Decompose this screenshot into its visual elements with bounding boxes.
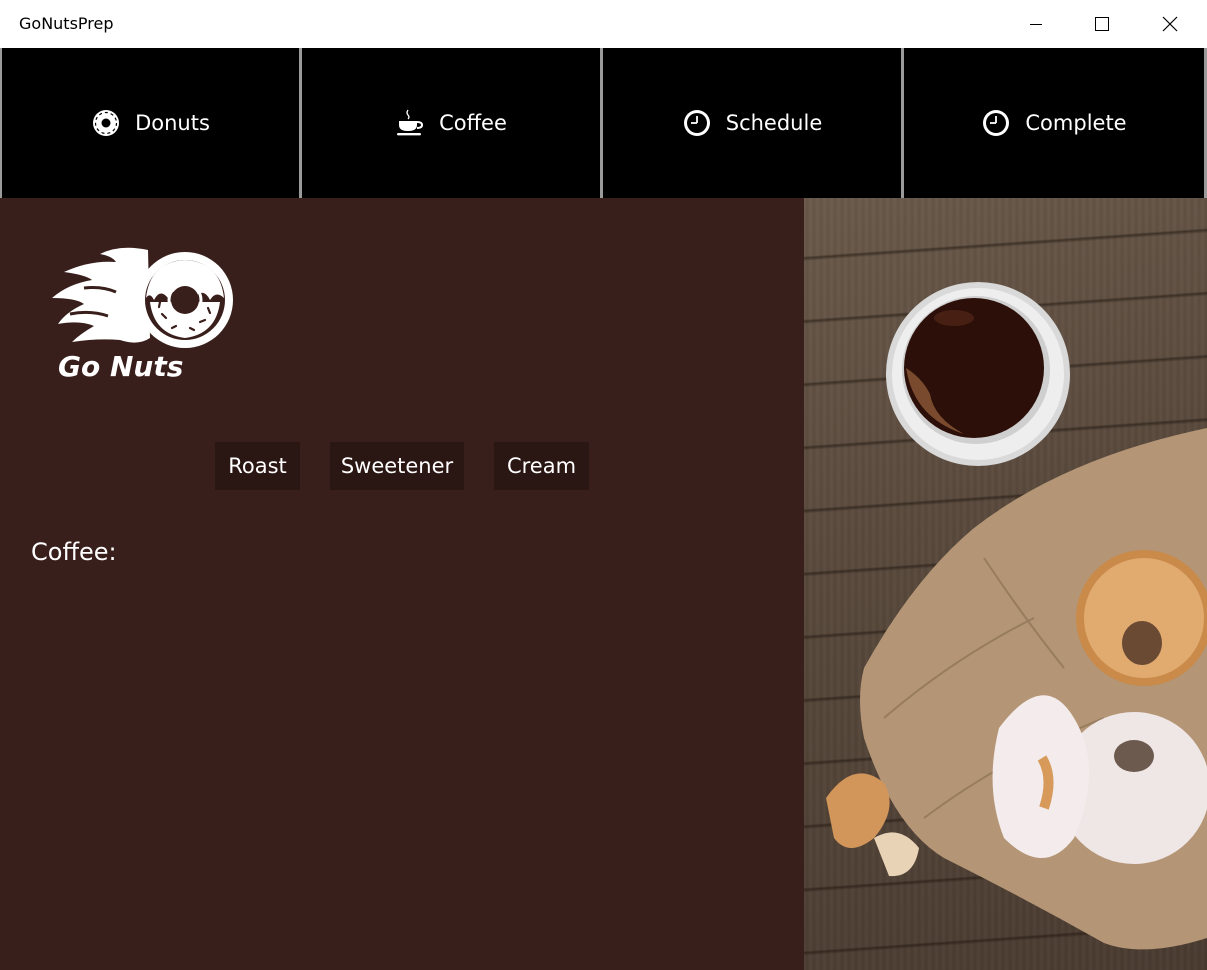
nav-item-donuts[interactable]: Donuts <box>2 48 299 198</box>
coffee-summary-label: Coffee: <box>31 538 117 566</box>
minimize-button[interactable] <box>1003 0 1069 48</box>
go-nuts-logo: Go Nuts <box>52 247 233 383</box>
title-bar: GoNutsPrep <box>0 0 1207 48</box>
nav-item-complete[interactable]: Complete <box>904 48 1204 198</box>
clock-icon <box>981 108 1011 138</box>
window-title: GoNutsPrep <box>19 14 114 33</box>
nav-label-coffee: Coffee <box>439 111 507 135</box>
nav-label-complete: Complete <box>1025 111 1127 135</box>
clock-icon <box>682 108 712 138</box>
logo-text: Go Nuts <box>58 350 183 383</box>
donut-icon <box>91 108 121 138</box>
maximize-icon <box>1095 17 1109 31</box>
close-icon <box>1162 16 1178 32</box>
close-button[interactable] <box>1137 0 1203 48</box>
coffee-donuts-photo <box>804 198 1207 970</box>
sweetener-button[interactable]: Sweetener <box>330 442 464 490</box>
minimize-icon <box>1030 24 1042 25</box>
roast-button[interactable]: Roast <box>215 442 300 490</box>
nav-label-schedule: Schedule <box>725 111 823 135</box>
coffee-cup-icon <box>395 108 425 138</box>
cream-button[interactable]: Cream <box>494 442 589 490</box>
maximize-button[interactable] <box>1069 0 1135 48</box>
nav-label-donuts: Donuts <box>135 111 210 135</box>
nav-item-coffee[interactable]: Coffee <box>302 48 600 198</box>
top-navigation: Donuts Coffee Schedule Complete <box>0 48 1207 198</box>
coffee-panel: Go Nuts Roast Sweetener Cream Coffee: <box>0 198 804 970</box>
nav-item-schedule[interactable]: Schedule <box>603 48 901 198</box>
